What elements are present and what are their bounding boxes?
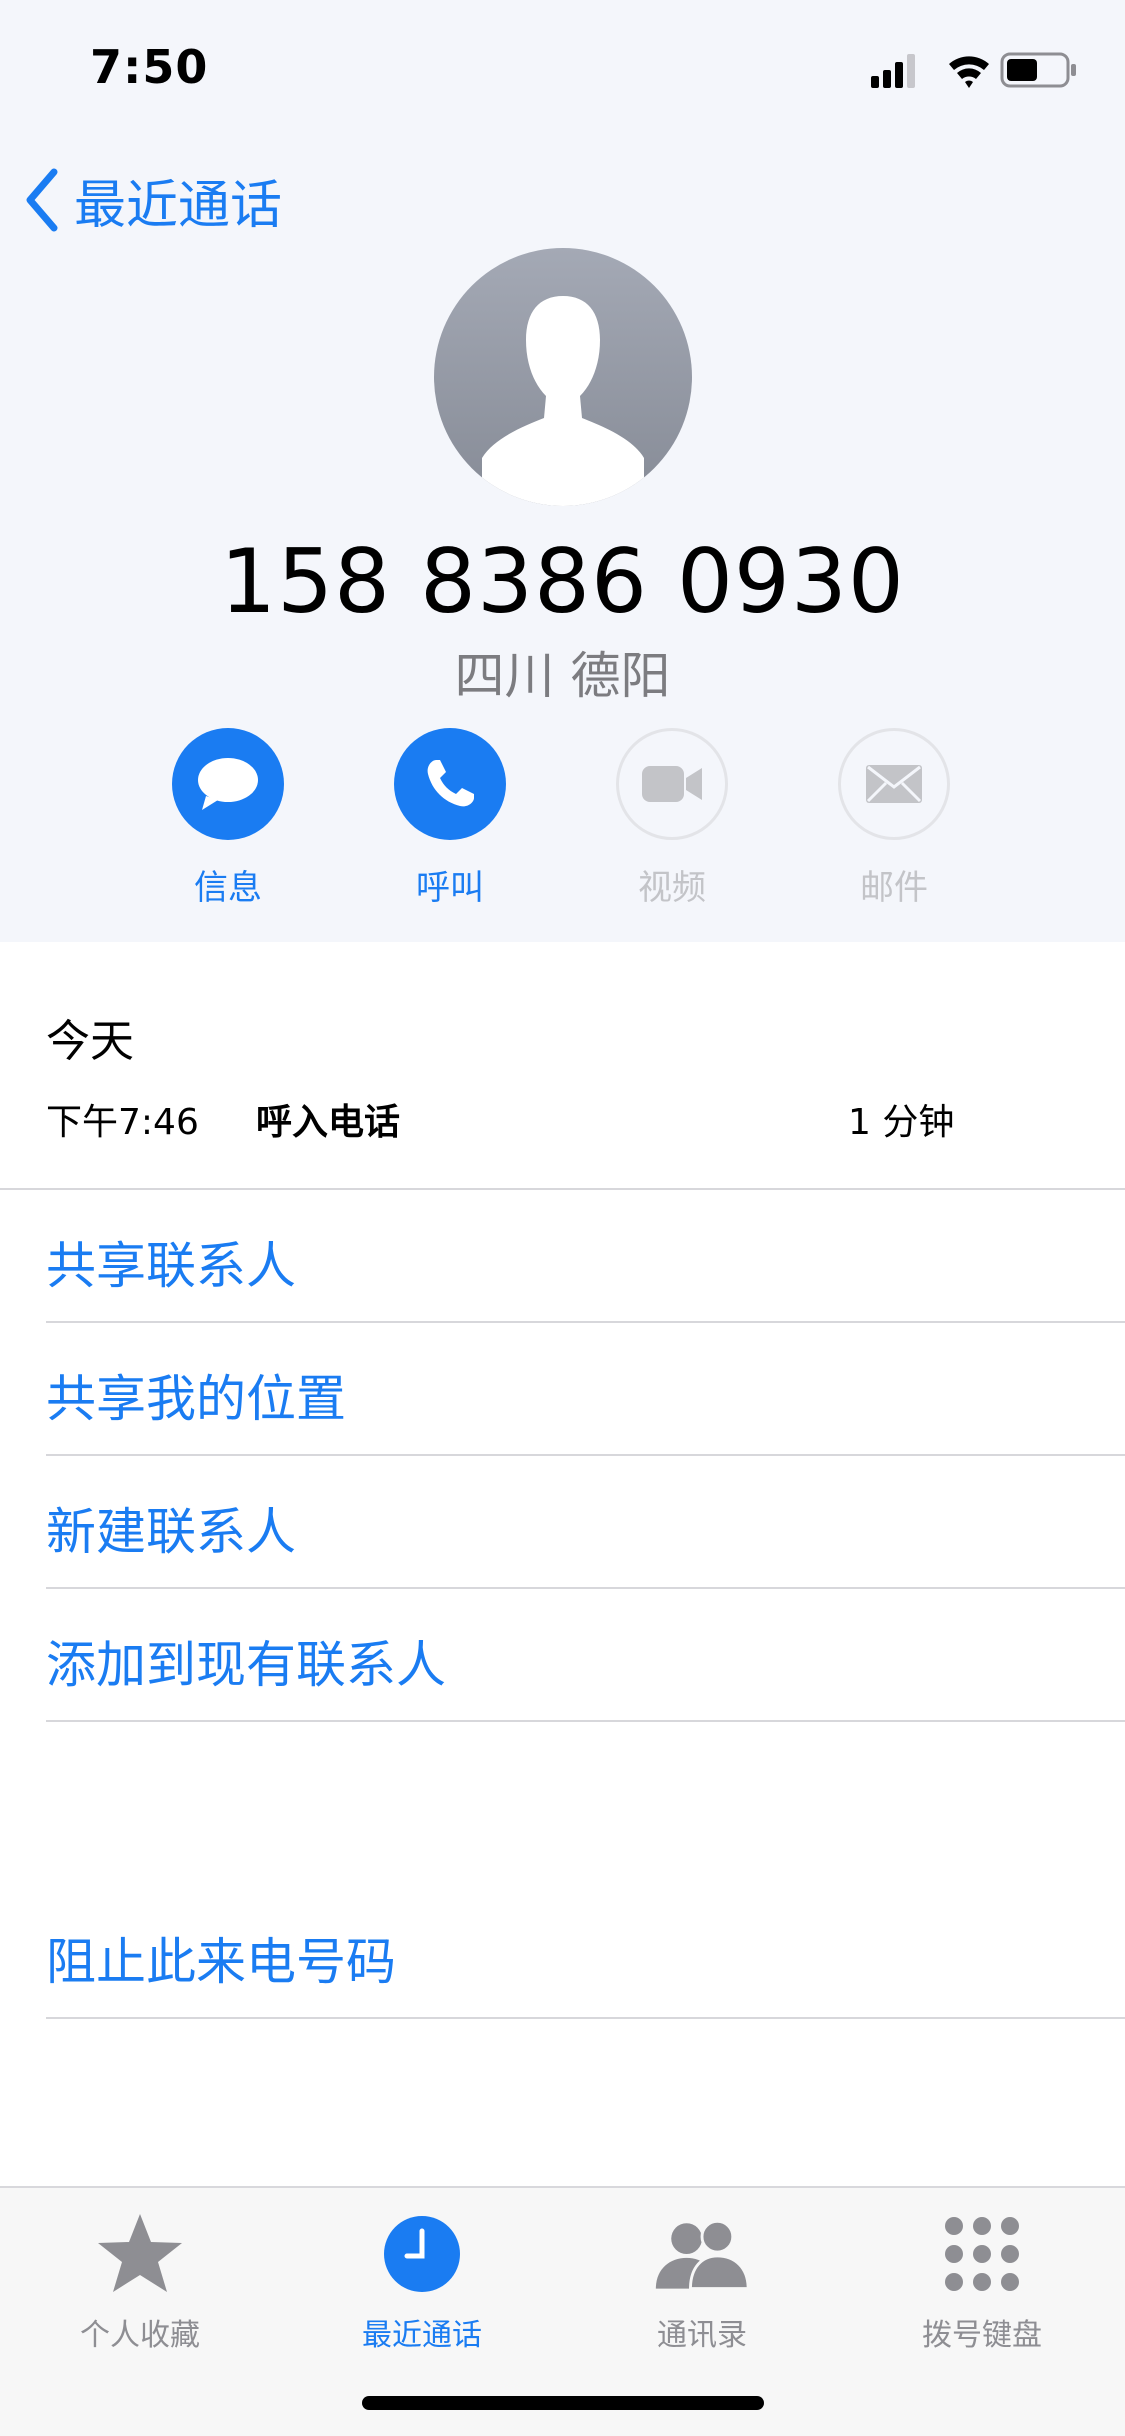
video-action[interactable]: 视频 <box>592 728 752 909</box>
back-button-label: 最近通话 <box>74 175 283 236</box>
divider <box>46 1720 1125 1722</box>
share-contact-button[interactable]: 共享联系人 <box>46 1226 296 1298</box>
call-action[interactable]: 呼叫 <box>370 728 530 909</box>
tab-favorites[interactable]: 个人收藏 <box>20 2206 260 2354</box>
tab-favorites-label: 个人收藏 <box>80 2318 200 2353</box>
divider <box>0 1188 1125 1190</box>
tab-recents-label: 最近通话 <box>362 2318 482 2353</box>
clock-icon <box>384 2216 460 2292</box>
mail-action[interactable]: 邮件 <box>814 728 974 909</box>
tab-contacts-label: 通讯录 <box>657 2318 747 2353</box>
home-indicator[interactable] <box>362 2396 764 2410</box>
signal-icon <box>871 54 915 88</box>
contacts-icon <box>655 2219 750 2290</box>
call-type: 呼入电话 <box>256 1102 401 1143</box>
new-contact-button[interactable]: 新建联系人 <box>46 1492 296 1564</box>
phone-location: 四川 德阳 <box>454 647 671 705</box>
tab-recents[interactable]: 最近通话 <box>302 2206 542 2354</box>
mail-button[interactable] <box>838 728 950 840</box>
divider <box>46 1587 1125 1589</box>
wifi-icon <box>949 56 989 88</box>
phone-number: 158 8386 0930 <box>220 530 905 633</box>
call-duration: 1 分钟 <box>848 1102 955 1143</box>
block-caller-button[interactable]: 阻止此来电号码 <box>46 1922 396 1994</box>
share-location-button[interactable]: 共享我的位置 <box>46 1359 346 1431</box>
contact-header: 7:50 最近通话 158 8386 0930 四川 德阳 信息 呼叫 视频 邮… <box>0 0 1125 942</box>
call-button[interactable] <box>394 728 506 840</box>
call-time: 下午7:46 <box>46 1102 199 1143</box>
call-history-day: 今天 <box>46 1016 134 1067</box>
battery-icon <box>1000 52 1076 88</box>
video-label: 视频 <box>638 868 706 908</box>
divider <box>46 1454 1125 1456</box>
status-icons <box>871 52 1076 88</box>
phone-screen: 7:50 最近通话 158 8386 0930 四川 德阳 信息 呼叫 视频 邮… <box>0 0 1125 2436</box>
avatar <box>434 248 692 506</box>
video-button[interactable] <box>616 728 728 840</box>
tab-bar: 个人收藏 最近通话 通讯录 拨号键盘 <box>0 2186 1125 2436</box>
divider <box>46 1321 1125 1323</box>
mail-icon <box>866 765 922 803</box>
star-icon <box>98 2214 182 2292</box>
message-action[interactable]: 信息 <box>148 728 308 909</box>
message-icon <box>198 758 258 810</box>
keypad-icon <box>945 2217 1019 2291</box>
divider <box>46 2017 1125 2019</box>
message-button[interactable] <box>172 728 284 840</box>
status-time: 7:50 <box>90 40 209 94</box>
person-silhouette-icon <box>482 296 644 506</box>
add-to-existing-contact-button[interactable]: 添加到现有联系人 <box>46 1625 446 1697</box>
message-label: 信息 <box>194 868 262 908</box>
tab-keypad-label: 拨号键盘 <box>922 2318 1042 2353</box>
mail-label: 邮件 <box>860 868 928 908</box>
video-icon <box>642 766 702 802</box>
back-button[interactable]: 最近通话 <box>22 160 282 240</box>
chevron-left-icon <box>26 168 58 232</box>
phone-icon <box>427 760 474 807</box>
call-label: 呼叫 <box>416 868 484 908</box>
tab-contacts[interactable]: 通讯录 <box>582 2206 822 2354</box>
tab-keypad[interactable]: 拨号键盘 <box>862 2206 1102 2354</box>
